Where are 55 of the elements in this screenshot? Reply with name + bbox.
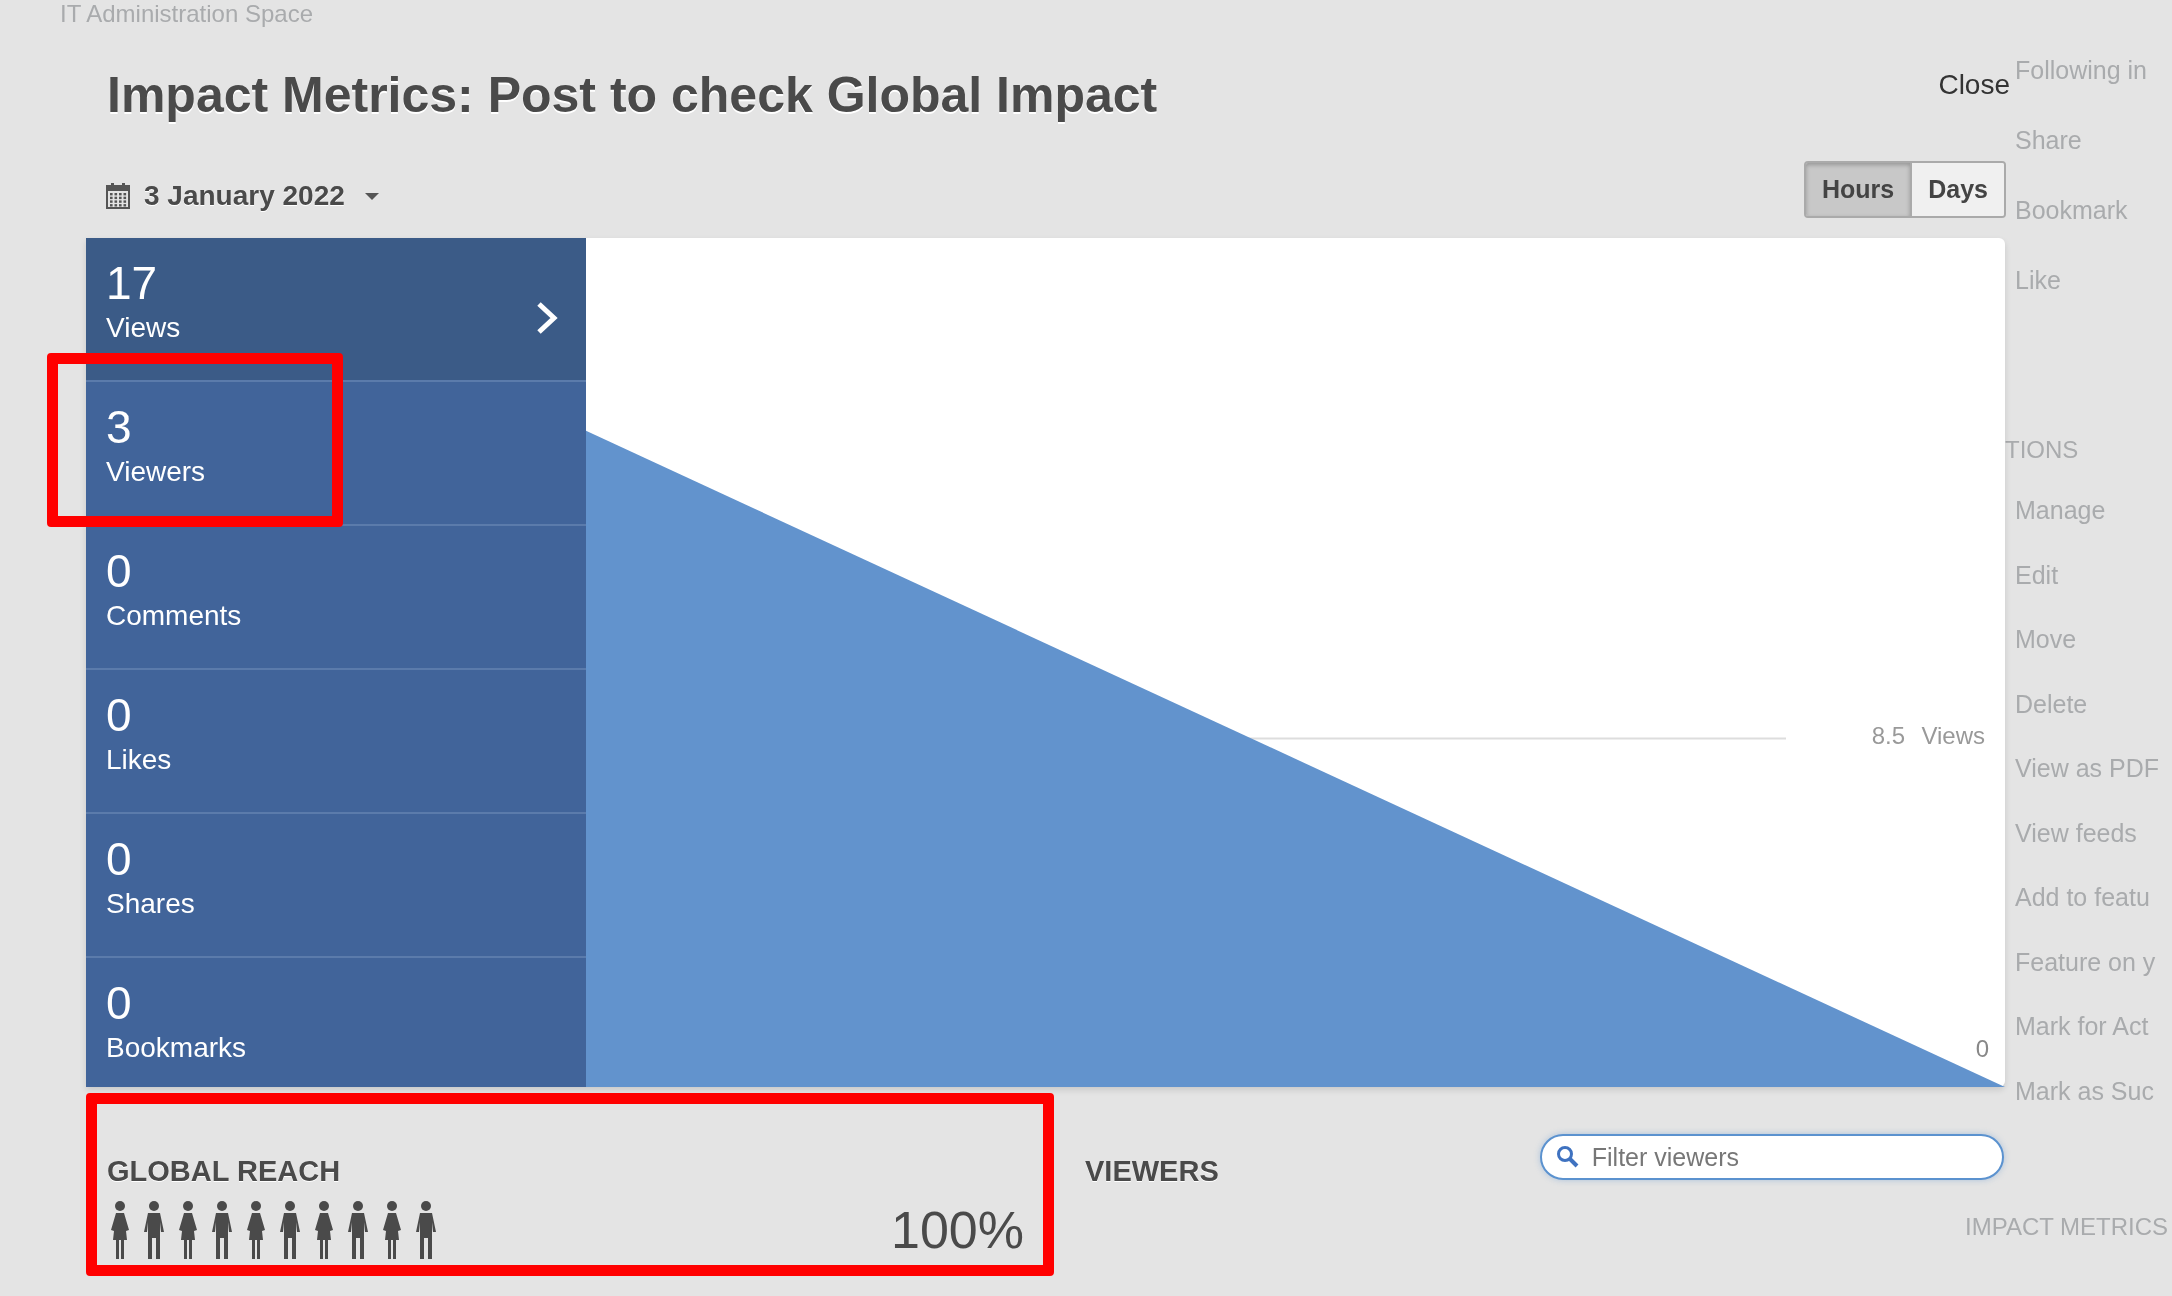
axis-label: 8.5: [1871, 722, 1905, 751]
menu-item[interactable]: Like: [2015, 266, 2172, 336]
search-icon: [1555, 1145, 1580, 1169]
space-title: IT Administration Space: [60, 0, 314, 28]
caret-icon: [364, 192, 379, 200]
menu-item[interactable]: Delete: [2015, 689, 2172, 754]
metric-value: 0: [106, 976, 133, 1030]
menu-item[interactable]: Bookmark: [2015, 196, 2172, 266]
person-icon: [209, 1200, 235, 1260]
menu-item[interactable]: Feature on y: [2015, 947, 2172, 1012]
menu-item[interactable]: Edit: [2015, 560, 2172, 625]
metric-value: 3: [106, 400, 133, 454]
menu-item[interactable]: Mark for Act: [2015, 1012, 2172, 1077]
person-icon: [345, 1200, 371, 1260]
metric-item[interactable]: 3 Viewers: [86, 382, 586, 526]
dialog-title: Impact Metrics: Post to check Global Impact: [107, 66, 1158, 124]
person-icon: [413, 1200, 439, 1260]
metric-label: Views: [106, 311, 181, 345]
range-tab[interactable]: Hours: [1806, 163, 1911, 216]
section-title: VIEWERS: [1085, 1155, 1219, 1188]
metric-label: Comments: [106, 599, 242, 633]
person-icon: [141, 1200, 167, 1260]
menu-item[interactable]: Share: [2015, 126, 2172, 196]
menu-item[interactable]: Add to featu: [2015, 883, 2172, 948]
metric-item[interactable]: 0 Comments: [86, 526, 586, 670]
metric-item[interactable]: 17 Views: [86, 238, 586, 382]
date-picker[interactable]: 3 January 2022: [106, 180, 379, 212]
axis-label: 0: [1975, 1035, 1989, 1063]
metric-label: Likes: [106, 743, 172, 777]
calendar-icon: [106, 183, 130, 209]
filter-field[interactable]: Filter viewers: [1539, 1134, 2004, 1180]
range-tab[interactable]: Days: [1910, 163, 2004, 216]
menu-item[interactable]: Manage: [2015, 496, 2172, 561]
metric-value: 0: [106, 688, 133, 742]
metric-item[interactable]: 0 Bookmarks: [86, 958, 586, 1087]
close-button[interactable]: Close: [1938, 69, 2010, 101]
reach-percent: 100%: [891, 1200, 1024, 1260]
metric-value: 0: [106, 544, 133, 598]
person-icon: [277, 1200, 303, 1260]
metric-label: Viewers: [106, 455, 206, 489]
metric-label: Bookmarks: [106, 1031, 247, 1065]
menu-item[interactable]: View feeds: [2015, 818, 2172, 883]
menu-item[interactable]: Following in: [2015, 56, 2172, 126]
unit-label: Views: [1921, 722, 1985, 751]
menu-item[interactable]: Mark as Suc: [2015, 1076, 2172, 1141]
metric-label: Shares: [106, 887, 195, 921]
metric-item[interactable]: 0 Likes: [86, 670, 586, 814]
metric-value: 17: [106, 256, 159, 310]
menu-item[interactable]: Move: [2015, 625, 2172, 690]
metric-value: 0: [106, 832, 133, 886]
menu-heading: IMPACT METRICS: [1965, 1213, 2170, 1241]
menu-heading: TIONS: [2005, 436, 2080, 465]
section-title: GLOBAL REACH: [107, 1155, 342, 1188]
menu-item[interactable]: View as PDF: [2015, 754, 2172, 819]
metric-item[interactable]: 0 Shares: [86, 814, 586, 958]
